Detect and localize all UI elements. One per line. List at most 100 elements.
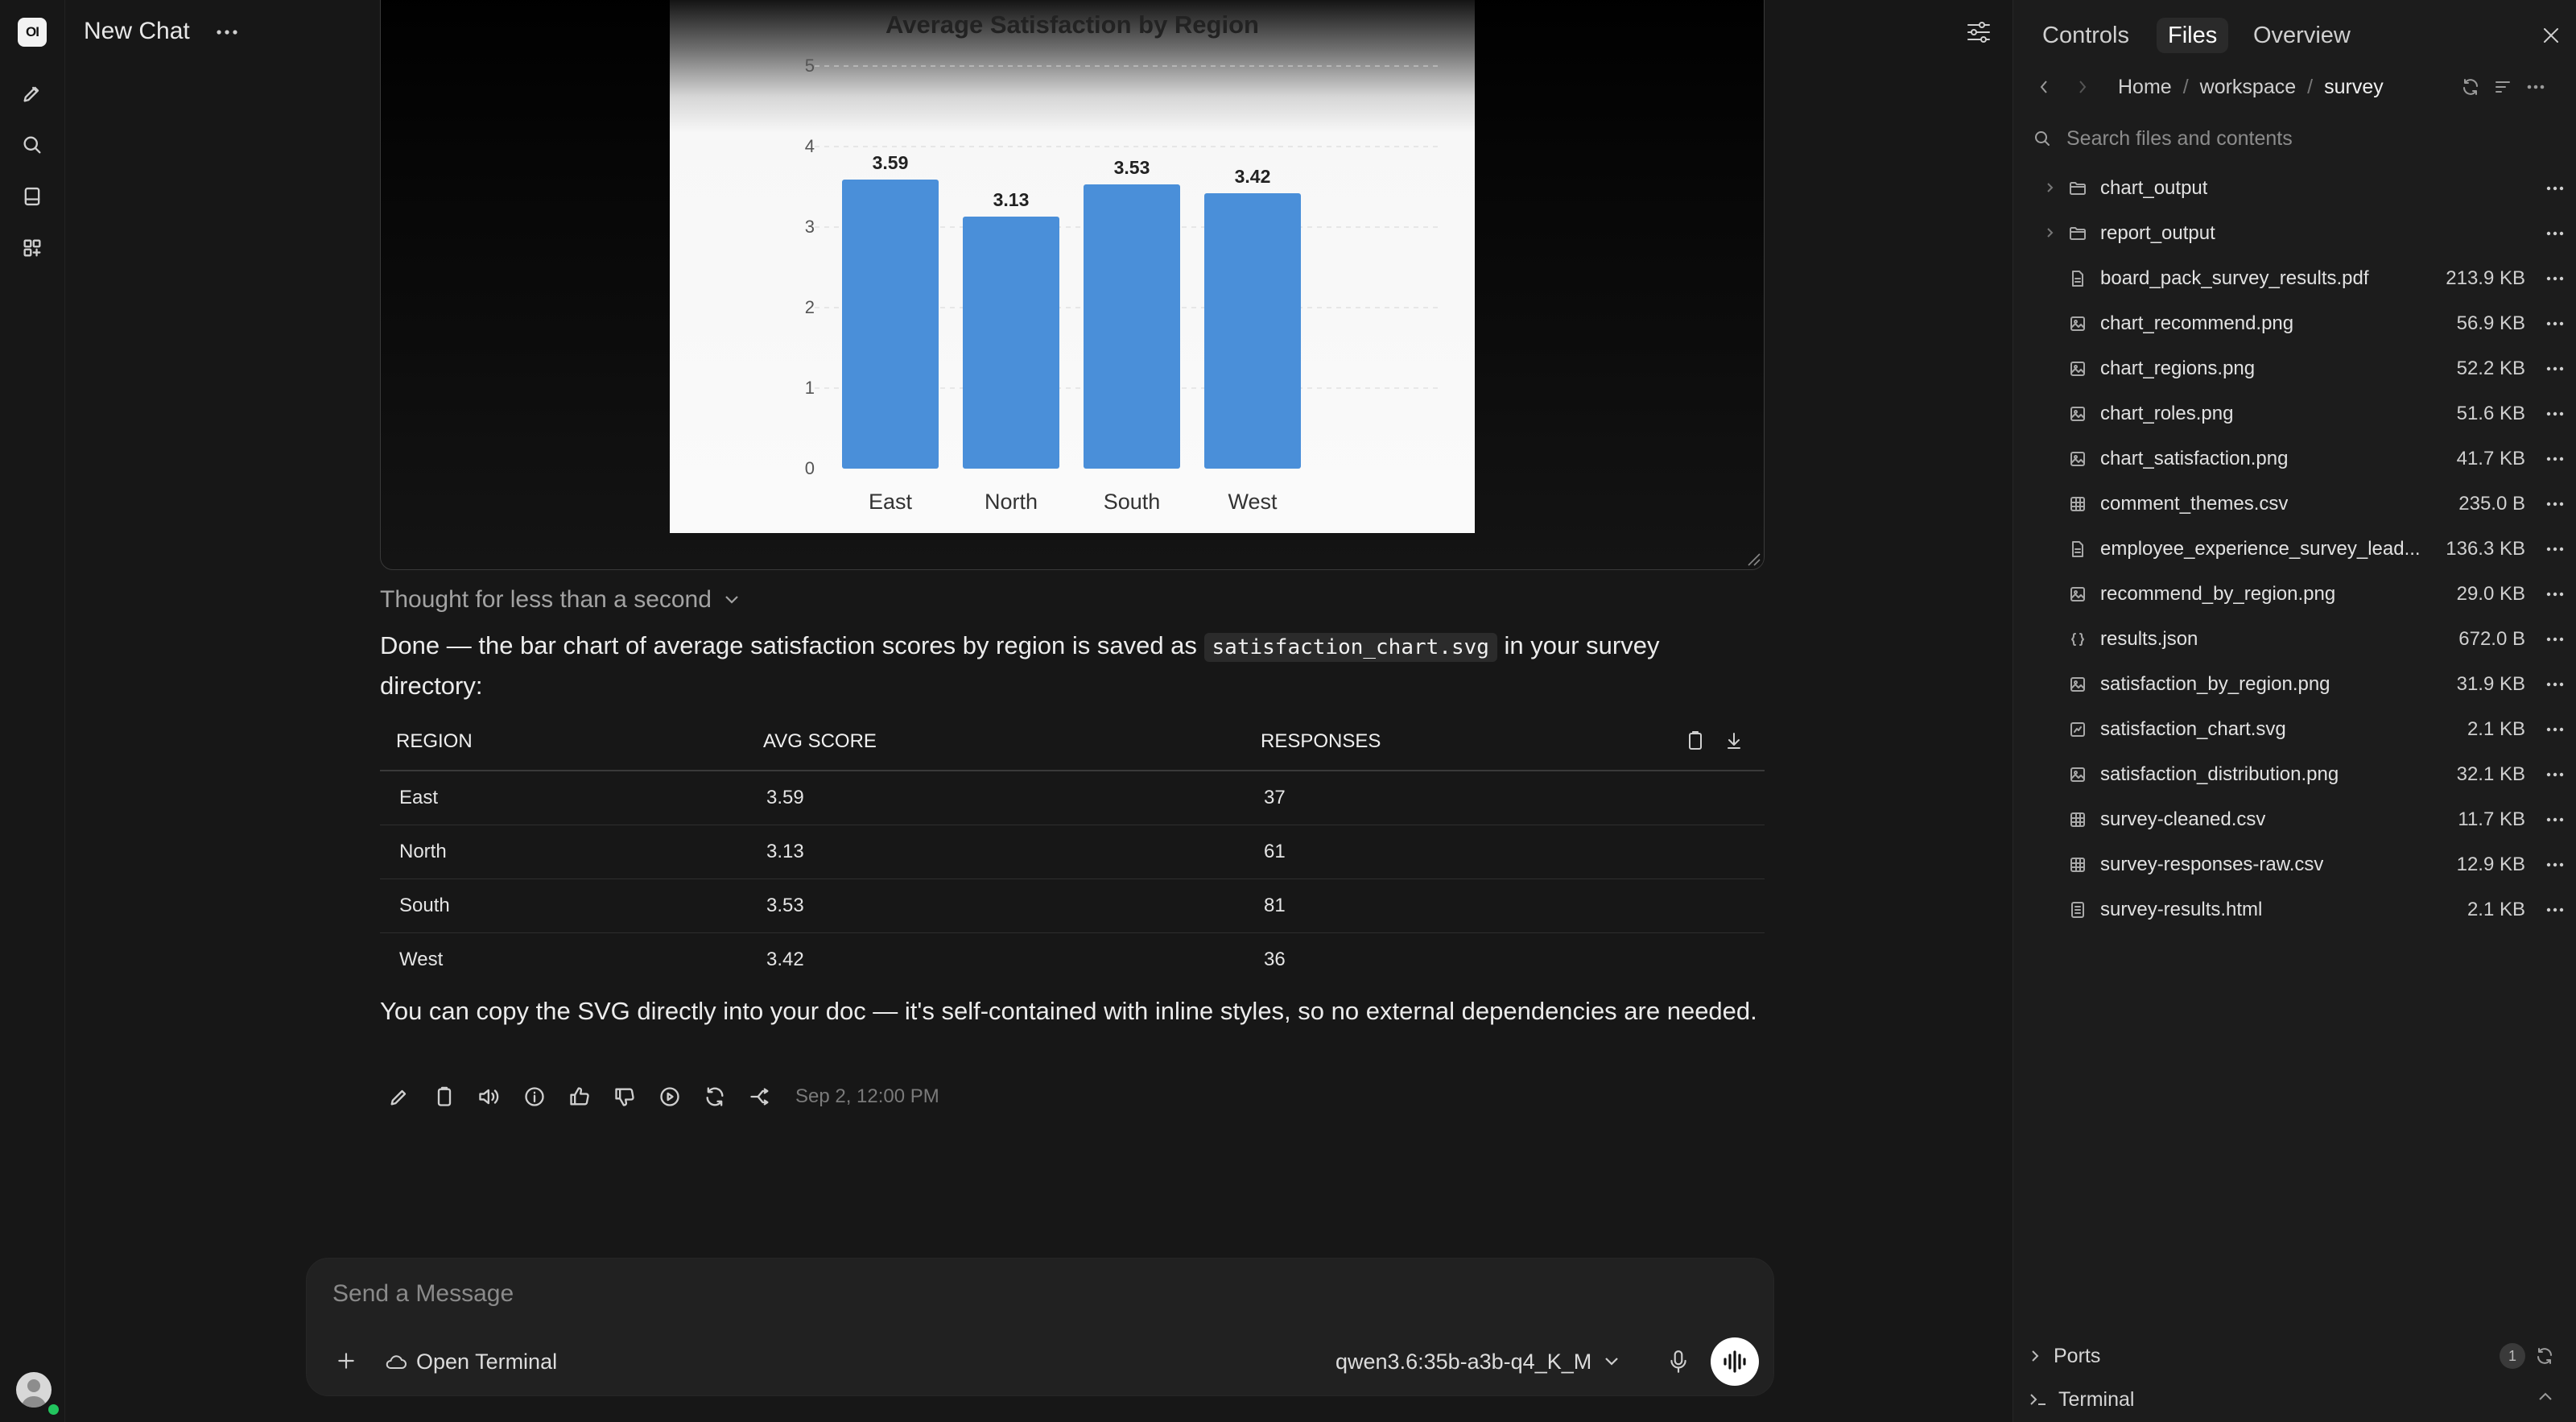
file-more-icon[interactable]: [2545, 224, 2566, 243]
new-chat-icon[interactable]: [16, 77, 48, 110]
cell-avg-score: 3.13: [766, 841, 804, 862]
tab-overview[interactable]: Overview: [2242, 18, 2362, 53]
file-more-icon[interactable]: [2545, 810, 2566, 829]
ports-label: Ports: [2054, 1344, 2101, 1367]
file-more-icon[interactable]: [2545, 855, 2566, 874]
file-more-icon[interactable]: [2545, 900, 2566, 920]
file-size: 32.1 KB: [2456, 763, 2525, 785]
cell-responses: 61: [1264, 841, 1286, 862]
sort-icon[interactable]: [2493, 77, 2512, 97]
cell-responses: 37: [1264, 787, 1286, 808]
file-name: chart_roles.png: [2100, 403, 2234, 424]
file-row[interactable]: chart_regions.png 52.2 KB: [2013, 346, 2576, 391]
workspace-apps-icon[interactable]: [16, 232, 48, 264]
breadcrumb-workspace[interactable]: workspace: [2200, 76, 2297, 99]
file-more-icon[interactable]: [2545, 675, 2566, 694]
notes-icon[interactable]: [16, 180, 48, 213]
file-row[interactable]: employee_experience_survey_lead... 136.3 …: [2013, 527, 2576, 572]
model-selector[interactable]: qwen3.6:35b-a3b-q4_K_M: [1335, 1344, 1619, 1379]
chat-title[interactable]: New Chat: [84, 18, 190, 45]
chat-more-options-icon[interactable]: [211, 18, 243, 47]
info-icon[interactable]: [520, 1082, 549, 1111]
file-row[interactable]: chart_roles.png 51.6 KB: [2013, 391, 2576, 436]
voice-mode-button[interactable]: [1711, 1337, 1759, 1386]
file-more-icon[interactable]: [2545, 359, 2566, 378]
continue-response-icon[interactable]: [655, 1082, 684, 1111]
table-file-icon: [2068, 810, 2087, 829]
refresh-ports-icon[interactable]: [2535, 1346, 2554, 1366]
message-input[interactable]: [331, 1279, 1703, 1308]
file-more-icon[interactable]: [2545, 179, 2566, 198]
refresh-icon[interactable]: [2461, 77, 2480, 97]
file-row[interactable]: satisfaction_by_region.png 31.9 KB: [2013, 662, 2576, 707]
regenerate-icon[interactable]: [700, 1082, 729, 1111]
forward-icon[interactable]: [2068, 80, 2097, 94]
folder-file-icon: [2068, 179, 2087, 198]
file-row[interactable]: recommend_by_region.png 29.0 KB: [2013, 572, 2576, 617]
file-row[interactable]: results.json 672.0 B: [2013, 617, 2576, 662]
file-row[interactable]: satisfaction_distribution.png 32.1 KB: [2013, 752, 2576, 797]
doc-file-icon: [2068, 539, 2087, 559]
file-row[interactable]: board_pack_survey_results.pdf 213.9 KB: [2013, 256, 2576, 301]
file-row[interactable]: survey-results.html 2.1 KB: [2013, 887, 2576, 932]
file-more-icon[interactable]: [2545, 585, 2566, 604]
copy-table-icon[interactable]: [1682, 728, 1708, 754]
search-icon[interactable]: [16, 129, 48, 161]
chat-controls-sliders-icon[interactable]: [1961, 16, 1996, 48]
chevron-right-icon[interactable]: [2042, 225, 2058, 241]
microphone-icon[interactable]: [1659, 1342, 1698, 1381]
add-attachment-button[interactable]: [326, 1341, 366, 1381]
thumbs-up-icon[interactable]: [565, 1082, 594, 1111]
file-more-icon[interactable]: [2545, 269, 2566, 288]
open-terminal-button[interactable]: Open Terminal: [384, 1344, 557, 1379]
terminal-label: Terminal: [2058, 1387, 2135, 1411]
file-row[interactable]: chart_satisfaction.png 41.7 KB: [2013, 436, 2576, 482]
file-name: chart_output: [2100, 177, 2208, 199]
file-more-icon[interactable]: [2545, 494, 2566, 514]
file-more-icon[interactable]: [2545, 720, 2566, 739]
tab-files[interactable]: Files: [2157, 18, 2229, 53]
file-more-icon[interactable]: [2545, 314, 2566, 333]
thumbs-down-icon[interactable]: [610, 1082, 639, 1111]
edit-icon[interactable]: [385, 1082, 414, 1111]
file-more-icon[interactable]: [2545, 630, 2566, 649]
copy-icon[interactable]: [430, 1082, 459, 1111]
tab-controls[interactable]: Controls: [2031, 18, 2140, 53]
user-avatar[interactable]: [16, 1372, 52, 1408]
file-more-icon[interactable]: [2545, 404, 2566, 424]
thought-toggle[interactable]: Thought for less than a second: [380, 586, 739, 614]
bar-east: [842, 180, 939, 469]
table-row: West 3.42 36: [380, 933, 1765, 986]
file-row[interactable]: survey-responses-raw.csv 12.9 KB: [2013, 842, 2576, 887]
file-more-icon[interactable]: [2545, 449, 2566, 469]
folder-row[interactable]: chart_output: [2013, 166, 2576, 211]
ports-section[interactable]: Ports 1: [2029, 1340, 2561, 1372]
file-row[interactable]: comment_themes.csv 235.0 B: [2013, 482, 2576, 527]
breadcrumb-survey[interactable]: survey: [2324, 76, 2384, 99]
breadcrumb-home[interactable]: Home: [2118, 76, 2172, 99]
cell-region: North: [399, 841, 447, 862]
model-name: qwen3.6:35b-a3b-q4_K_M: [1335, 1349, 1592, 1374]
file-name: report_output: [2100, 222, 2215, 244]
image-file-icon: [2068, 585, 2087, 604]
svg-file-icon: [2068, 720, 2087, 739]
file-more-icon[interactable]: [2545, 539, 2566, 559]
close-panel-icon[interactable]: [2535, 19, 2567, 52]
branch-icon[interactable]: [745, 1082, 774, 1111]
file-row[interactable]: chart_recommend.png 56.9 KB: [2013, 301, 2576, 346]
file-row[interactable]: satisfaction_chart.svg 2.1 KB: [2013, 707, 2576, 752]
read-aloud-icon[interactable]: [475, 1082, 504, 1111]
file-row[interactable]: survey-cleaned.csv 11.7 KB: [2013, 797, 2576, 842]
download-table-icon[interactable]: [1721, 728, 1747, 754]
app-logo-icon[interactable]: OI: [18, 18, 47, 47]
file-more-icon[interactable]: [2545, 765, 2566, 784]
results-table: REGION AVG SCORE RESPONSES East 3.59 37 …: [380, 713, 1765, 986]
back-icon[interactable]: [2029, 80, 2058, 94]
chevron-right-icon[interactable]: [2042, 180, 2058, 196]
chevron-up-icon[interactable]: [2538, 1391, 2553, 1401]
folder-row[interactable]: report_output: [2013, 211, 2576, 256]
file-search-input[interactable]: [2065, 126, 2543, 151]
resize-handle-icon[interactable]: [1747, 552, 1761, 567]
terminal-section[interactable]: Terminal: [2029, 1383, 2561, 1416]
panel-more-icon[interactable]: [2525, 77, 2546, 97]
